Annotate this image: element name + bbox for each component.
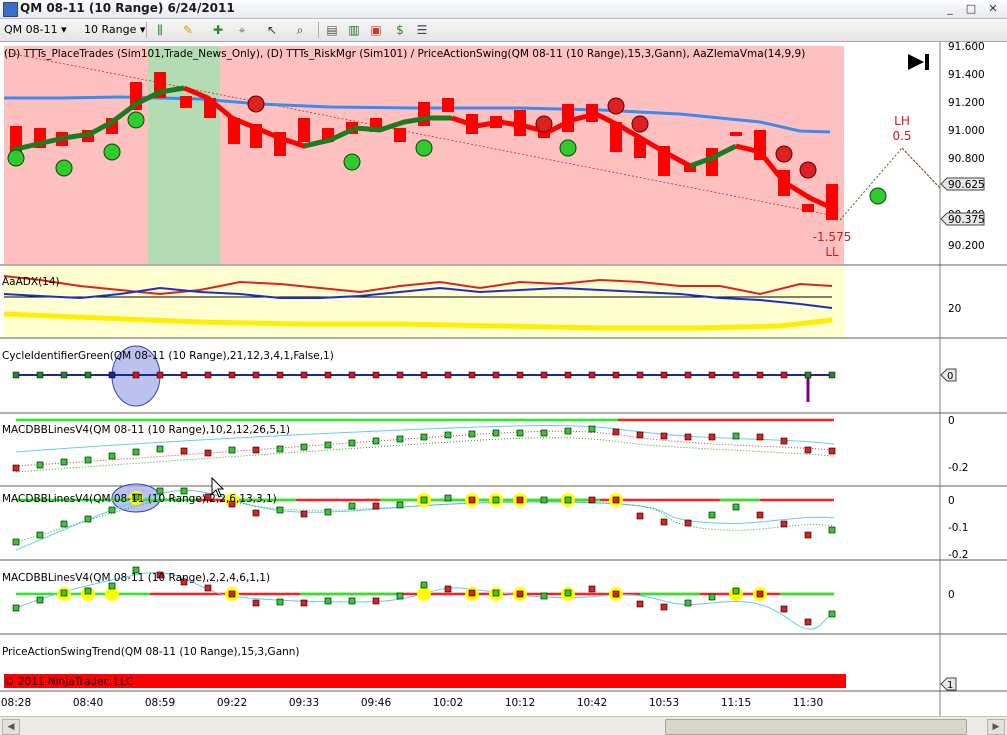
macd1-panel-label: MACDBBLinesV4(QM 08-11 (10 Range),10,2,1… xyxy=(2,424,290,436)
ll-label: LL xyxy=(825,245,839,259)
interval-selector[interactable]: 10 Range ▾ xyxy=(84,22,145,38)
lh-value: 0.5 xyxy=(892,129,911,143)
trend-value-tag: 1 xyxy=(940,677,957,691)
indicator-icon[interactable]: ▥ xyxy=(346,22,362,38)
instrument-label: QM 08-11 xyxy=(4,23,58,36)
svg-text:91.400: 91.400 xyxy=(948,69,985,81)
interval-label: 10 Range xyxy=(84,23,137,36)
macd2-tick-1: -0.1 xyxy=(948,522,969,534)
chevron-down-icon: ▾ xyxy=(139,23,146,36)
price-panel-label: (D) TTTs_PlaceTrades (Sim101,Trade_News_… xyxy=(4,48,805,60)
horizontal-scrollbar[interactable]: ◀ ▶ xyxy=(0,716,1007,735)
bars-icon[interactable]: ⫼ xyxy=(152,22,168,38)
pencil-icon[interactable]: ✎ xyxy=(180,22,196,38)
svg-text:10:42: 10:42 xyxy=(577,697,607,709)
svg-text:91.600: 91.600 xyxy=(948,42,985,53)
svg-text:09:22: 09:22 xyxy=(217,697,247,709)
svg-text:1: 1 xyxy=(947,680,953,691)
cursor-icon[interactable]: ↖ xyxy=(264,22,280,38)
svg-text:09:46: 09:46 xyxy=(361,697,392,709)
price-tag-last: 90.625 xyxy=(940,177,985,191)
play-icon[interactable] xyxy=(908,54,929,70)
svg-text:08:40: 08:40 xyxy=(73,697,103,709)
svg-text:90.625: 90.625 xyxy=(948,179,985,191)
cycle-markers xyxy=(12,371,836,379)
svg-text:10:12: 10:12 xyxy=(505,697,535,709)
ninjatrader-app-icon xyxy=(3,2,18,17)
dollar-icon[interactable]: $ xyxy=(392,22,408,38)
price-tag-close: 90.375 xyxy=(940,212,985,226)
scroll-left-button[interactable]: ◀ xyxy=(2,719,20,735)
chart-area[interactable]: LH 0.5 -1.575 LL (D) TTTs_PlaceTrades (S… xyxy=(0,41,1007,716)
scrollbar-thumb[interactable] xyxy=(665,719,967,735)
copyright-text: © 2011 NinjaTrader, LLC xyxy=(4,676,133,688)
svg-text:10:02: 10:02 xyxy=(433,697,463,709)
svg-text:08:28: 08:28 xyxy=(1,697,31,709)
plus-icon[interactable]: ✚ xyxy=(210,22,226,38)
ll-value: -1.575 xyxy=(813,230,852,244)
close-button[interactable]: ✕ xyxy=(984,1,1002,16)
adx-axis-tick: 20 xyxy=(948,303,961,315)
trend-panel-label: PriceActionSwingTrend(QM 08-11 (10 Range… xyxy=(2,646,300,658)
cycle-panel-label: CycleIdentifierGreen(QM 08-11 (10 Range)… xyxy=(2,350,334,362)
svg-text:08:59: 08:59 xyxy=(145,697,175,709)
chart-canvas[interactable]: LH 0.5 -1.575 LL (D) TTTs_PlaceTrades (S… xyxy=(0,41,1007,716)
svg-text:91.200: 91.200 xyxy=(948,97,985,109)
svg-text:90.800: 90.800 xyxy=(948,153,985,165)
instrument-selector[interactable]: QM 08-11 ▾ xyxy=(4,22,67,38)
macd2-panel-label: MACDBBLinesV4(QM 08-11 (10 Range),2,2,6,… xyxy=(2,493,277,505)
macd3-tick-0: 0 xyxy=(948,589,955,601)
toolbar-divider xyxy=(318,22,319,38)
toolbar-divider xyxy=(146,22,147,38)
macd2-tick-0: 0 xyxy=(948,495,955,507)
svg-text:90.375: 90.375 xyxy=(948,214,985,226)
svg-text:10:53: 10:53 xyxy=(649,697,679,709)
svg-text:91.000: 91.000 xyxy=(948,125,985,137)
macd3-panel-label: MACDBBLinesV4(QM 08-11 (10 Range),2,2,4,… xyxy=(2,572,270,584)
adx-panel-label: AaADX(14) xyxy=(2,276,60,288)
projected-swing xyxy=(839,147,941,221)
time-axis: 08:28 08:40 08:59 09:22 09:33 09:46 10:0… xyxy=(1,697,823,709)
chart-toolbar: QM 08-11 ▾ 10 Range ▾ ⫼ ✎ ✚ ⌖ ↖ ⌕ ▤ ▥ ▣ … xyxy=(0,19,1007,42)
svg-text:11:15: 11:15 xyxy=(721,697,751,709)
macd2-tick-2: -0.2 xyxy=(948,549,969,561)
scroll-right-button[interactable]: ▶ xyxy=(987,719,1005,735)
chart-style-icon[interactable]: ▣ xyxy=(368,22,384,38)
lh-label: LH xyxy=(894,114,910,128)
strategy-icon[interactable]: ▤ xyxy=(324,22,340,38)
macd1-tick-1: -0.2 xyxy=(948,462,969,474)
maximize-button[interactable]: □ xyxy=(962,1,980,16)
pin-icon[interactable]: ⌖ xyxy=(234,22,250,38)
svg-text:09:33: 09:33 xyxy=(289,697,319,709)
properties-icon[interactable]: ☰ xyxy=(414,22,430,38)
svg-text:11:30: 11:30 xyxy=(793,697,823,709)
cycle-value-tag: 0 xyxy=(940,368,957,382)
chevron-down-icon: ▾ xyxy=(61,23,67,36)
window-title: QM 08-11 (10 Range) 6/24/2011 xyxy=(20,1,235,15)
svg-text:90.200: 90.200 xyxy=(948,240,985,252)
macd1-tick-0: 0 xyxy=(948,415,955,427)
magnifier-icon[interactable]: ⌕ xyxy=(292,22,308,38)
window-titlebar: QM 08-11 (10 Range) 6/24/2011 _ □ ✕ xyxy=(0,0,1007,19)
minimize-button[interactable]: _ xyxy=(941,1,959,16)
svg-text:0: 0 xyxy=(947,371,953,382)
